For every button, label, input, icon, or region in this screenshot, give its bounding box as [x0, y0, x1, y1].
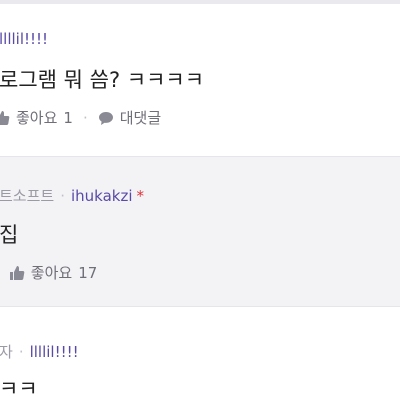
comment-body: ㅋㅋ [0, 377, 38, 400]
comment-author: 트소프트 · ihukakzi * [0, 185, 144, 206]
like-button[interactable]: 좋아요 1 [0, 107, 73, 128]
comment-author: 자 · llllil!!!! [0, 341, 79, 362]
comment-actions: · 좋아요 17 [0, 262, 97, 283]
like-button[interactable]: 좋아요 17 [9, 262, 98, 283]
author-badge: * [136, 187, 145, 205]
reply-label: 대댓글 [119, 109, 162, 127]
author-nickname[interactable]: llllil!!!! [30, 343, 79, 361]
thumbs-up-icon [0, 110, 10, 125]
separator-dot: · [82, 108, 88, 127]
comment-item: 자 · llllil!!!! ㅋㅋ [0, 306, 400, 400]
author-nickname[interactable]: ihukakzi [71, 187, 133, 205]
thumbs-up-icon [9, 265, 25, 280]
speech-bubble-icon [98, 111, 113, 125]
separator-dot: · [18, 343, 24, 361]
comment-author: llllil!!!! [0, 30, 48, 48]
like-label: 좋아요 [16, 109, 58, 127]
author-meta: 트소프트 [0, 187, 55, 205]
comment-thread: llllil!!!! 로그램 뭐 씀? ㅋㅋㅋㅋ 좋아요 1 · 대댓글 트소프… [0, 0, 400, 400]
reply-button[interactable]: 대댓글 [98, 107, 161, 128]
like-count: 17 [78, 263, 98, 282]
like-count: 1 [63, 108, 73, 127]
author-meta: 자 [0, 343, 13, 361]
comment-actions: 좋아요 1 · 대댓글 [0, 107, 161, 128]
comment-body: 로그램 뭐 씀? ㅋㅋㅋㅋ [0, 68, 205, 92]
comment-item: 트소프트 · ihukakzi* 집 · 좋아요 17 [0, 156, 400, 306]
like-label: 좋아요 [30, 264, 73, 282]
separator-dot: · [60, 187, 65, 205]
comment-body: 집 [0, 223, 19, 247]
comment-item: llllil!!!! 로그램 뭐 씀? ㅋㅋㅋㅋ 좋아요 1 · 대댓글 [0, 4, 400, 156]
author-nickname[interactable]: llllil!!!! [0, 30, 48, 48]
